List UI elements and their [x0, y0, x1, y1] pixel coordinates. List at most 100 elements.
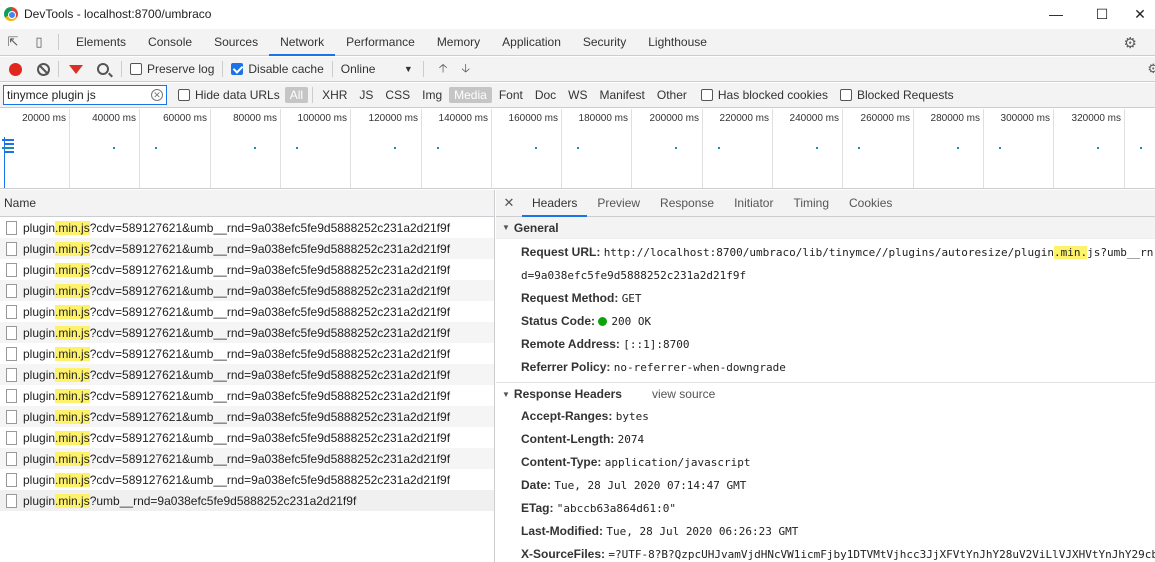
tab-memory[interactable]: Memory: [426, 29, 491, 55]
request-row[interactable]: plugin .min.js ?cdv=589127621&umb__rnd=9a0…: [0, 238, 494, 259]
filter-type-doc[interactable]: Doc: [530, 87, 561, 103]
timeline-gridline: [983, 109, 984, 188]
search-highlight: .min.js: [55, 283, 90, 298]
tab-cookies[interactable]: Cookies: [839, 190, 902, 216]
request-row[interactable]: plugin .min.js ?cdv=589127621&umb__rnd=9a0…: [0, 469, 494, 490]
tab-application[interactable]: Application: [491, 29, 572, 55]
request-details-panel: ✕ Headers Preview Response Initiator Tim…: [496, 190, 1155, 562]
header-key: Status Code:: [521, 314, 596, 328]
checkbox-box[interactable]: [839, 89, 852, 101]
clear-filter-icon[interactable]: ✕: [151, 89, 163, 101]
checkbox-box[interactable]: [700, 89, 713, 101]
minimize-button[interactable]: —: [1033, 0, 1079, 28]
request-row[interactable]: plugin .min.js ?cdv=589127621&umb__rnd=9a0…: [0, 385, 494, 406]
request-row[interactable]: plugin .min.js ?cdv=589127621&umb__rnd=9a0…: [0, 448, 494, 469]
maximize-button[interactable]: ☐: [1079, 0, 1125, 28]
tab-network[interactable]: Network: [269, 29, 336, 56]
request-row[interactable]: plugin .min.js ?cdv=589127621&umb__rnd=9a0…: [0, 322, 494, 343]
hide-data-urls-label: Hide data URLs: [195, 88, 280, 102]
column-header-name[interactable]: Name: [0, 190, 494, 217]
timeline-tick-label: 80000 ms: [233, 113, 277, 124]
tab-sources[interactable]: Sources: [203, 29, 269, 55]
search-highlight: .min.js: [55, 220, 90, 235]
filter-type-all[interactable]: All: [284, 87, 309, 103]
request-row[interactable]: plugin .min.js ?cdv=589127621&umb__rnd=9a0…: [0, 364, 494, 385]
timeline-tick-label: 220000 ms: [719, 113, 769, 124]
timeline-request-dot: [1097, 147, 1099, 149]
has-blocked-cookies-checkbox[interactable]: Has blocked cookies: [700, 88, 828, 102]
request-row[interactable]: plugin .min.js ?cdv=589127621&umb__rnd=9a0…: [0, 217, 494, 238]
tab-console[interactable]: Console: [137, 29, 203, 55]
timeline-request-dot: [254, 147, 256, 149]
filter-icon[interactable]: [69, 64, 83, 74]
tab-elements[interactable]: Elements: [65, 29, 137, 55]
filter-type-media[interactable]: Media: [449, 87, 492, 103]
preserve-log-checkbox[interactable]: Preserve log: [130, 62, 214, 76]
network-settings-icon[interactable]: ⚙: [1147, 61, 1155, 77]
disable-cache-checkbox[interactable]: Disable cache: [231, 62, 324, 76]
tab-security[interactable]: Security: [572, 29, 637, 55]
timeline-gridline: [280, 109, 281, 188]
hide-data-urls-checkbox[interactable]: Hide data URLs: [178, 88, 280, 102]
view-source-link[interactable]: view source: [652, 387, 715, 401]
timeline-gridline: [913, 109, 914, 188]
request-row[interactable]: plugin .min.js ?cdv=589127621&umb__rnd=9a0…: [0, 343, 494, 364]
filter-type-css[interactable]: CSS: [380, 87, 415, 103]
timeline-request-dot: [296, 147, 298, 149]
timeline-request-dot: [535, 147, 537, 149]
file-icon: [6, 367, 17, 382]
timeline-tick-label: 40000 ms: [92, 113, 136, 124]
filter-type-ws[interactable]: WS: [563, 87, 592, 103]
clear-icon[interactable]: [37, 62, 50, 76]
tab-preview[interactable]: Preview: [587, 190, 650, 216]
import-har-icon[interactable]: 🡡: [439, 59, 448, 80]
general-section-header[interactable]: ▼ General: [496, 217, 1155, 239]
timeline-tick-label: 100000 ms: [297, 113, 347, 124]
filter-type-font[interactable]: Font: [494, 87, 528, 103]
divider: [58, 34, 59, 50]
tab-response[interactable]: Response: [650, 190, 724, 216]
request-name-part: ?cdv=589127621&umb__rnd=9a038efc5fe9d588…: [89, 262, 451, 277]
request-row[interactable]: plugin .min.js ?cdv=589127621&umb__rnd=9a0…: [0, 259, 494, 280]
filter-type-manifest[interactable]: Manifest: [595, 87, 650, 103]
tab-lighthouse[interactable]: Lighthouse: [637, 29, 718, 55]
filter-type-other[interactable]: Other: [652, 87, 692, 103]
settings-gear-icon[interactable]: ⚙: [1124, 34, 1137, 52]
tab-timing[interactable]: Timing: [783, 190, 839, 216]
close-details-icon[interactable]: ✕: [496, 190, 522, 216]
inspect-element-icon[interactable]: ⇱: [0, 29, 26, 55]
export-har-icon[interactable]: 🡣: [461, 59, 470, 80]
tab-headers[interactable]: Headers: [522, 190, 588, 217]
file-icon: [6, 304, 17, 319]
device-toolbar-icon[interactable]: ▯: [26, 29, 52, 55]
request-row[interactable]: plugin .min.js ?cdv=589127621&umb__rnd=9a0…: [0, 427, 494, 448]
timeline-gridline: [210, 109, 211, 188]
request-row[interactable]: plugin .min.js ?cdv=589127621&umb__rnd=9a0…: [0, 406, 494, 427]
request-row[interactable]: plugin .min.js ?cdv=589127621&umb__rnd=9a0…: [0, 280, 494, 301]
filter-type-js[interactable]: JS: [354, 87, 378, 103]
search-icon[interactable]: [97, 63, 109, 75]
request-method-row: Request Method: GET: [496, 287, 1155, 310]
filter-type-img[interactable]: Img: [417, 87, 447, 103]
tab-initiator[interactable]: Initiator: [724, 190, 783, 216]
timeline-overview[interactable]: 20000 ms 40000 ms 60000 ms 80000 ms 100000 m…: [0, 109, 1155, 189]
timeline-tick-label: 60000 ms: [163, 113, 207, 124]
checkbox-box[interactable]: [231, 63, 244, 75]
record-button[interactable]: [9, 62, 22, 76]
search-highlight: .min.js: [55, 409, 90, 424]
blocked-requests-checkbox[interactable]: Blocked Requests: [839, 88, 954, 102]
throttling-select[interactable]: Online ▼: [341, 62, 413, 76]
file-icon: [6, 472, 17, 487]
response-headers-section-header[interactable]: ▼ Response Headers view source: [496, 383, 1155, 405]
filter-type-xhr[interactable]: XHR: [317, 87, 352, 103]
request-row[interactable]: plugin .min.js ?cdv=589127621&umb__rnd=9a0…: [0, 301, 494, 322]
remote-address-row: Remote Address: [::1]:8700: [496, 333, 1155, 356]
checkbox-box[interactable]: [178, 89, 190, 101]
checkbox-box[interactable]: [130, 63, 142, 75]
timeline-gridline: [702, 109, 703, 188]
filter-input[interactable]: tinymce plugin js ✕: [3, 85, 167, 105]
close-window-button[interactable]: ✕: [1125, 0, 1155, 28]
header-key: Request URL:: [521, 245, 601, 259]
request-row[interactable]: plugin .min.js ?umb__rnd=9a038efc5fe9d5888…: [0, 490, 494, 511]
tab-performance[interactable]: Performance: [335, 29, 426, 55]
